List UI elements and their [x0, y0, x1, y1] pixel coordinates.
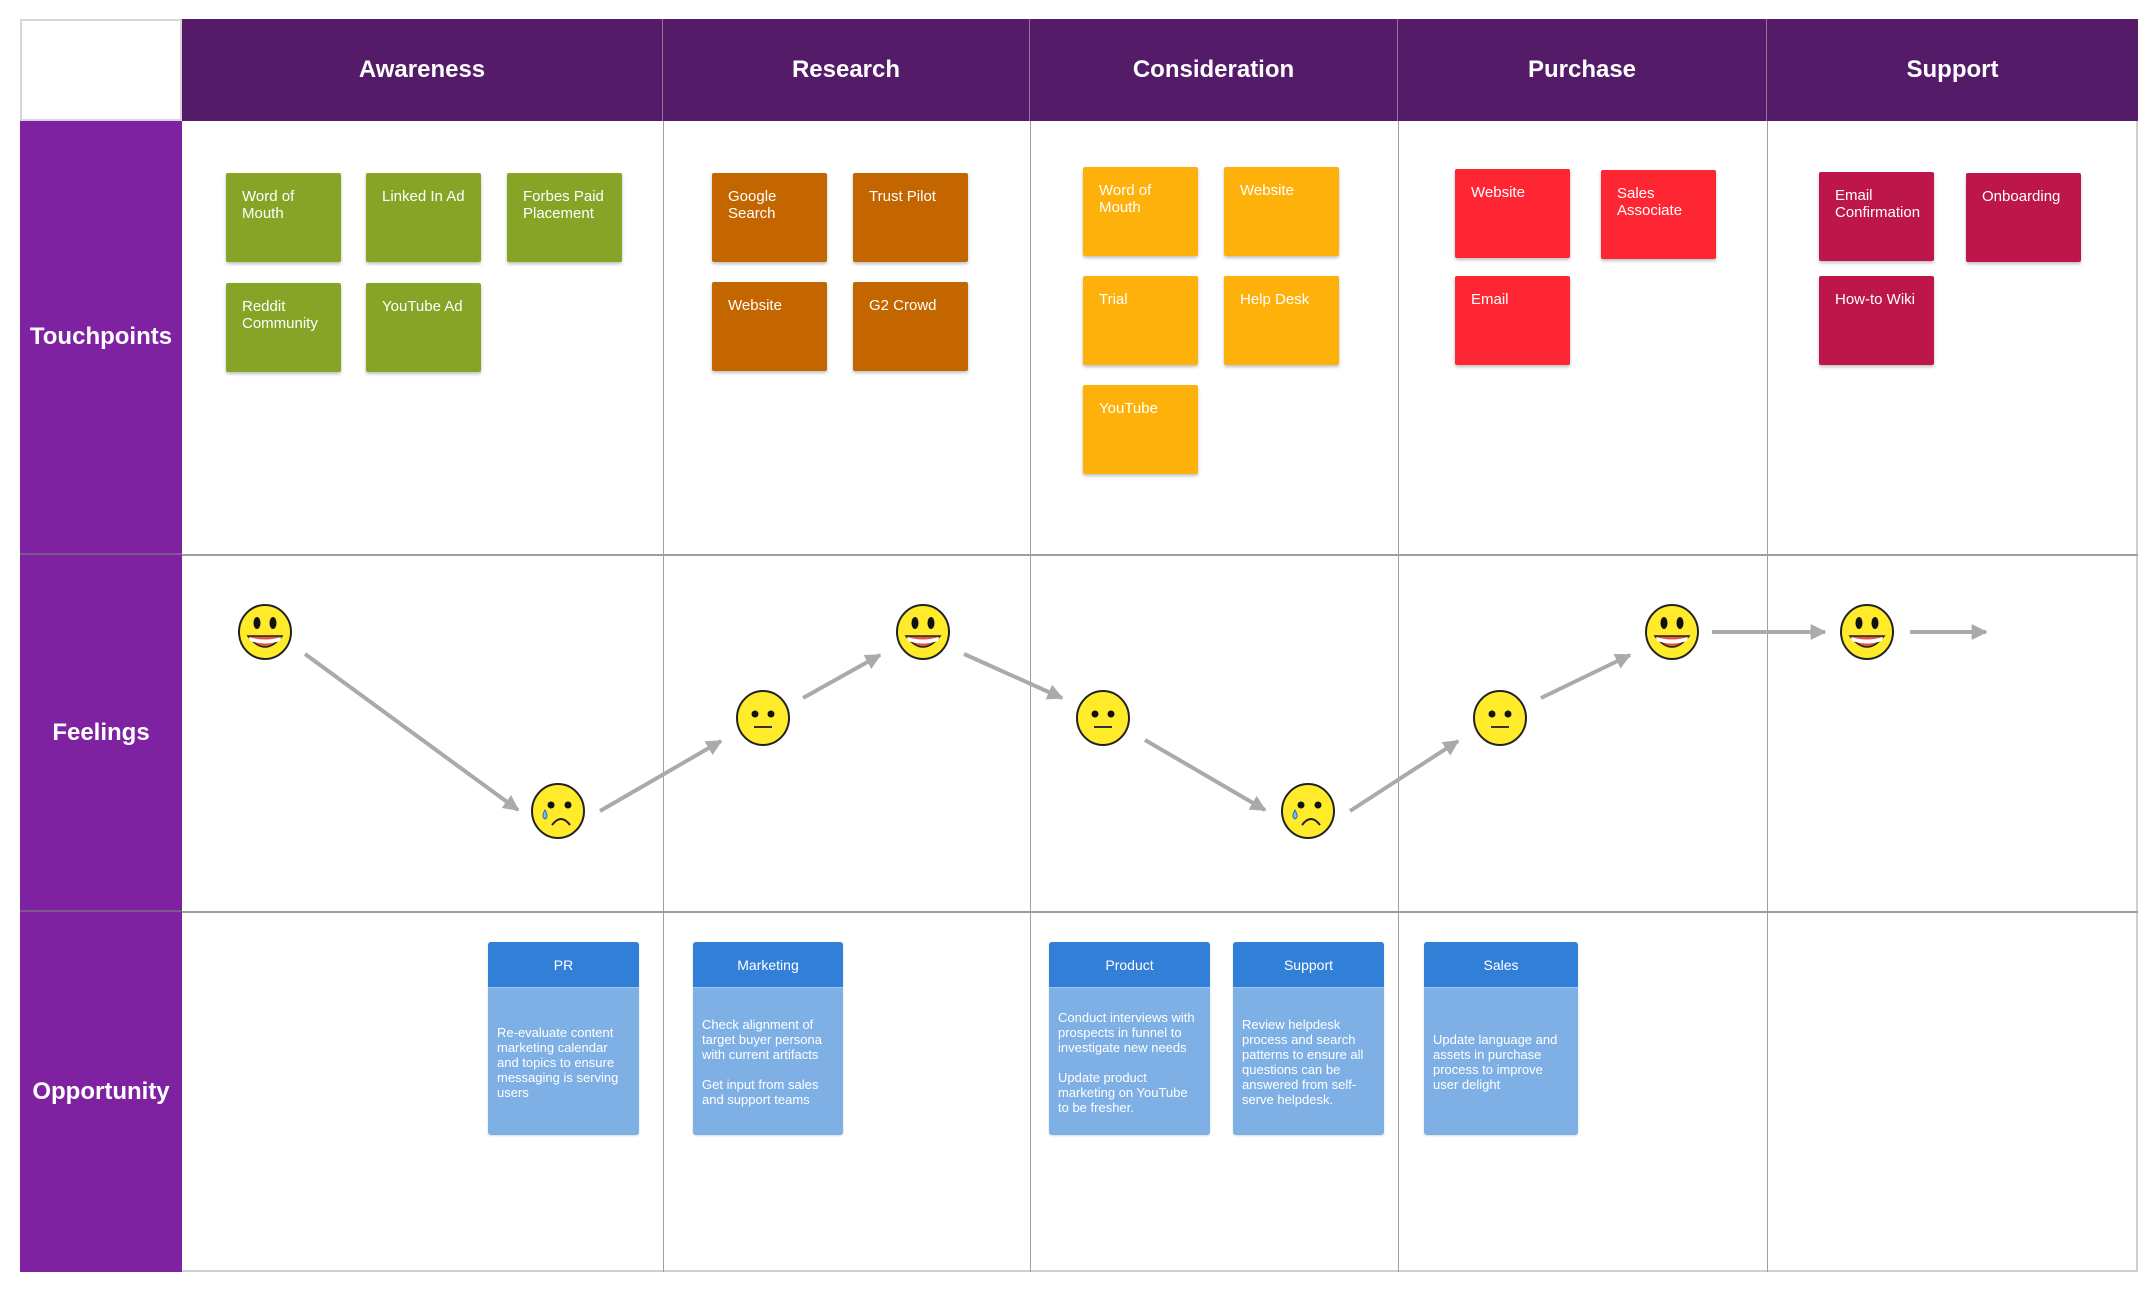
row-label-feelings: Feelings [20, 555, 182, 912]
row-label-opportunity: Opportunity [20, 912, 182, 1272]
touchpoint-card[interactable]: Help Desk [1224, 276, 1339, 365]
opportunity-card-product[interactable]: Product Conduct interviews with prospect… [1049, 942, 1210, 1135]
touchpoint-card[interactable]: Google Search [712, 173, 827, 262]
opportunity-team: Product [1049, 942, 1210, 988]
touchpoint-card[interactable]: Forbes Paid Placement [507, 173, 622, 262]
touchpoint-card[interactable]: Onboarding [1966, 173, 2081, 262]
touchpoint-card[interactable]: Website [712, 282, 827, 371]
column-divider [663, 121, 664, 1272]
stage-header-purchase: Purchase [1398, 19, 1767, 121]
stage-header-support: Support [1767, 19, 2138, 121]
column-divider [1767, 121, 1768, 1272]
row-divider [182, 911, 2138, 913]
touchpoint-card[interactable]: YouTube [1083, 385, 1198, 474]
touchpoint-card[interactable]: Sales Associate [1601, 170, 1716, 259]
touchpoint-card[interactable]: Website [1224, 167, 1339, 256]
opportunity-text: Review helpdesk process and search patte… [1242, 1017, 1364, 1107]
touchpoint-card[interactable]: G2 Crowd [853, 282, 968, 371]
stage-header-awareness: Awareness [182, 19, 663, 121]
opportunity-text: Re-evaluate content marketing calendar a… [497, 1024, 619, 1100]
row-divider [182, 554, 2138, 556]
touchpoint-card[interactable]: Email [1455, 276, 1570, 365]
touchpoint-card[interactable]: Word of Mouth [226, 173, 341, 262]
stage-header-consideration: Consideration [1030, 19, 1398, 121]
touchpoint-card[interactable]: Email Confirmation [1819, 172, 1934, 261]
opportunity-team: Sales [1424, 942, 1578, 988]
opportunity-team: Marketing [693, 942, 843, 988]
touchpoint-card[interactable]: Website [1455, 169, 1570, 258]
opportunity-card-sales[interactable]: Sales Update language and assets in purc… [1424, 942, 1578, 1135]
opportunity-text: Check alignment of target buyer persona … [702, 1017, 822, 1107]
touchpoint-card[interactable]: Trial [1083, 276, 1198, 365]
opportunity-text: Update language and assets in purchase p… [1433, 1032, 1558, 1092]
opportunity-text: Conduct interviews with prospects in fun… [1058, 1009, 1195, 1115]
opportunity-card-support[interactable]: Support Review helpdesk process and sear… [1233, 942, 1384, 1135]
touchpoint-card[interactable]: Reddit Community [226, 283, 341, 372]
column-divider [1398, 121, 1399, 1272]
touchpoint-card[interactable]: YouTube Ad [366, 283, 481, 372]
touchpoint-card[interactable]: Word of Mouth [1083, 167, 1198, 256]
stage-header-research: Research [663, 19, 1030, 121]
row-label-touchpoints: Touchpoints [20, 121, 182, 555]
opportunity-card-pr[interactable]: PR Re-evaluate content marketing calenda… [488, 942, 639, 1135]
opportunity-card-marketing[interactable]: Marketing Check alignment of target buye… [693, 942, 843, 1135]
touchpoint-card[interactable]: Trust Pilot [853, 173, 968, 262]
opportunity-team: PR [488, 942, 639, 988]
touchpoint-card[interactable]: How-to Wiki [1819, 276, 1934, 365]
opportunity-team: Support [1233, 942, 1384, 988]
column-divider [1030, 121, 1031, 1272]
corner-cell [20, 19, 182, 121]
touchpoint-card[interactable]: Linked In Ad [366, 173, 481, 262]
